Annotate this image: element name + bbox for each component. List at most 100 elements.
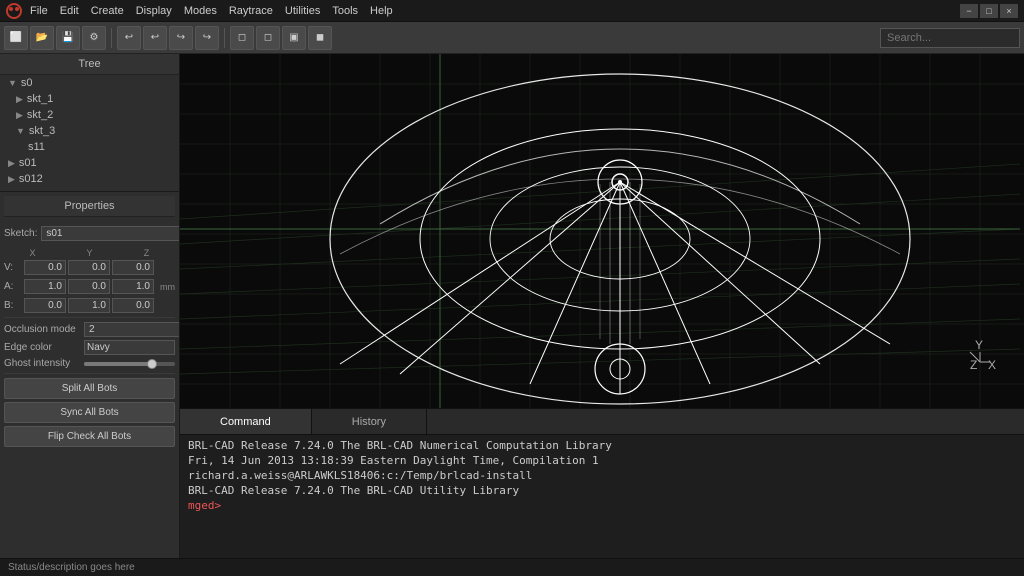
edge-color-select[interactable]: Navy Black White Red — [84, 340, 175, 355]
y-header: Y — [68, 248, 112, 258]
ghost-intensity-track[interactable] — [84, 362, 175, 366]
main-area: Tree ▼ s0 ▶ skt_1 ▶ skt_2 ▼ skt_3 s11 ▶ — [0, 54, 1024, 558]
edge-color-label: Edge color — [4, 342, 84, 353]
split-all-bots-button[interactable]: Split All Bots — [4, 378, 175, 399]
prop-xyz-header: X Y Z — [4, 248, 175, 258]
tree-section: Tree ▼ s0 ▶ skt_1 ▶ skt_2 ▼ skt_3 s11 ▶ — [0, 54, 179, 192]
menu-create[interactable]: Create — [91, 5, 124, 17]
menu-raytrace[interactable]: Raytrace — [229, 5, 273, 17]
menu-tools[interactable]: Tools — [332, 5, 358, 17]
tree-item-s012[interactable]: ▶ s012 — [0, 171, 179, 187]
menu-modes[interactable]: Modes — [184, 5, 217, 17]
view2-button[interactable]: ◻ — [256, 26, 280, 50]
left-panel: Tree ▼ s0 ▶ skt_1 ▶ skt_2 ▼ skt_3 s11 ▶ — [0, 54, 180, 558]
svg-text:Y: Y — [975, 338, 983, 352]
a-z-input[interactable] — [112, 279, 154, 294]
menu-help[interactable]: Help — [370, 5, 393, 17]
prop-row-v: V: — [4, 260, 175, 275]
sync-all-bots-button[interactable]: Sync All Bots — [4, 402, 175, 423]
properties-header: Properties — [4, 196, 175, 217]
b-label: B: — [4, 300, 24, 311]
console-line-3: richard.a.weiss@ARLAWKLS18406:c:/Temp/br… — [188, 469, 1016, 482]
tree-label: skt_3 — [29, 125, 55, 137]
prop-row-b: B: — [4, 298, 175, 313]
slider-fill — [84, 362, 152, 366]
tree-item-s11[interactable]: s11 — [0, 139, 179, 155]
undo-button[interactable]: ↩ — [117, 26, 141, 50]
tree-label: skt_2 — [27, 109, 53, 121]
new-button[interactable]: ⬜ — [4, 26, 28, 50]
a-x-input[interactable] — [24, 279, 66, 294]
flip-check-all-bots-button[interactable]: Flip Check All Bots — [4, 426, 175, 447]
grid-svg: Y Z X — [180, 54, 1024, 408]
titlebar-left: File Edit Create Display Modes Raytrace … — [6, 3, 393, 19]
tree-label: s0 — [21, 77, 33, 89]
v-label: V: — [4, 262, 24, 273]
svg-text:X: X — [988, 358, 996, 372]
tree-item-skt1[interactable]: ▶ skt_1 — [0, 91, 179, 107]
slider-thumb[interactable] — [147, 359, 157, 369]
a-inputs — [24, 279, 158, 294]
b-x-input[interactable] — [24, 298, 66, 313]
view1-button[interactable]: ◻ — [230, 26, 254, 50]
bottom-content: BRL-CAD Release 7.24.0 The BRL-CAD Numer… — [180, 435, 1024, 558]
tree-label: s01 — [19, 157, 37, 169]
tab-history[interactable]: History — [312, 409, 427, 434]
b-inputs — [24, 298, 175, 313]
b-z-input[interactable] — [112, 298, 154, 313]
edge-color-row: Edge color Navy Black White Red — [4, 340, 175, 355]
bottom-tabs: Command History — [180, 409, 1024, 435]
ghost-intensity-label: Ghost intensity — [4, 358, 84, 369]
settings-button[interactable]: ⚙ — [82, 26, 106, 50]
tree-label: skt_1 — [27, 93, 53, 105]
sketch-label: Sketch: — [4, 228, 37, 239]
redo2-button[interactable]: ↪ — [195, 26, 219, 50]
b-y-input[interactable] — [68, 298, 110, 313]
v-x-input[interactable] — [24, 260, 66, 275]
expand-icon: ▼ — [16, 126, 25, 136]
tree-item-skt3[interactable]: ▼ skt_3 — [0, 123, 179, 139]
a-y-input[interactable] — [68, 279, 110, 294]
menu-edit[interactable]: Edit — [60, 5, 79, 17]
titlebar: File Edit Create Display Modes Raytrace … — [0, 0, 1024, 22]
console-line-2: Fri, 14 Jun 2013 13:18:39 Eastern Daylig… — [188, 454, 1016, 467]
expand-icon: ▶ — [8, 174, 15, 185]
search-input[interactable] — [880, 28, 1020, 48]
tree-item-skt2[interactable]: ▶ skt_2 — [0, 107, 179, 123]
maximize-button[interactable]: □ — [980, 4, 998, 18]
toolbar-sep-2 — [224, 28, 225, 48]
statusbar: Status/description goes here — [0, 558, 1024, 576]
minimize-button[interactable]: − — [960, 4, 978, 18]
menu-display[interactable]: Display — [136, 5, 172, 17]
view4-button[interactable]: ◼ — [308, 26, 332, 50]
console-error-line: mged> — [188, 499, 1016, 512]
close-button[interactable]: × — [1000, 4, 1018, 18]
undo2-button[interactable]: ↩ — [143, 26, 167, 50]
viewport-canvas: Y Z X — [180, 54, 1024, 408]
sketch-row: Sketch: ✓ Detail — [4, 223, 175, 244]
tree-label: s012 — [19, 173, 43, 185]
expand-icon: ▶ — [16, 110, 23, 121]
menu-file[interactable]: File — [30, 5, 48, 17]
a-label: A: — [4, 281, 24, 292]
bottom-panel: Command History BRL-CAD Release 7.24.0 T… — [180, 408, 1024, 558]
unit-label: mm — [160, 282, 175, 292]
ghost-intensity-row: Ghost intensity — [4, 358, 175, 369]
viewport[interactable]: Y Z X — [180, 54, 1024, 408]
separator — [4, 317, 175, 318]
occlusion-input[interactable] — [84, 322, 179, 337]
sketch-input[interactable] — [41, 226, 179, 241]
tree-item-s0[interactable]: ▼ s0 — [0, 75, 179, 91]
redo-button[interactable]: ↪ — [169, 26, 193, 50]
save-button[interactable]: 💾 — [56, 26, 80, 50]
status-text: Status/description goes here — [8, 562, 135, 573]
v-z-input[interactable] — [112, 260, 154, 275]
tree-label: s11 — [28, 141, 45, 153]
open-button[interactable]: 📂 — [30, 26, 54, 50]
tree-item-s01[interactable]: ▶ s01 — [0, 155, 179, 171]
view3-button[interactable]: ▣ — [282, 26, 306, 50]
v-y-input[interactable] — [68, 260, 110, 275]
tree-header: Tree — [0, 54, 179, 75]
menu-utilities[interactable]: Utilities — [285, 5, 320, 17]
tab-command[interactable]: Command — [180, 409, 312, 434]
